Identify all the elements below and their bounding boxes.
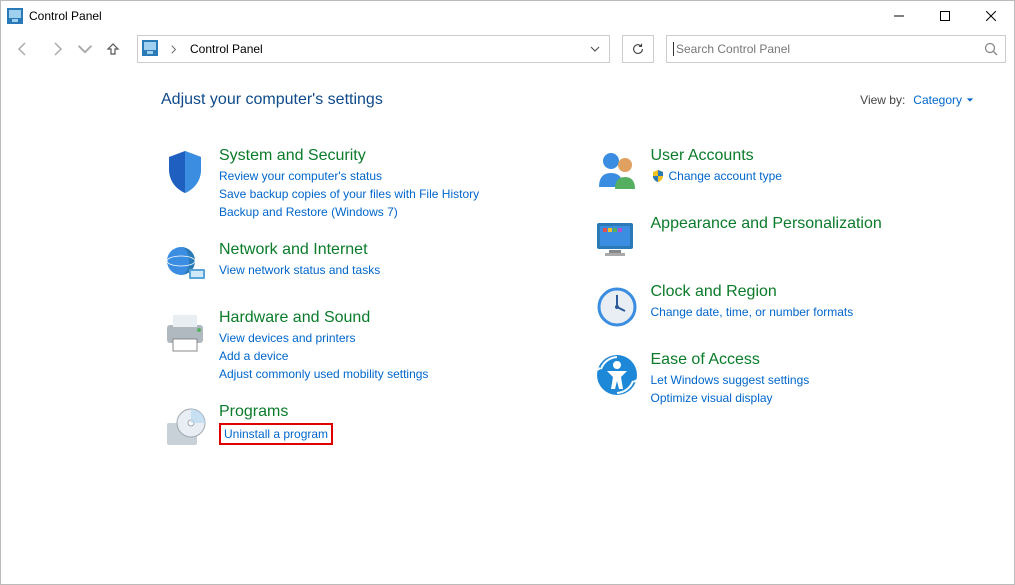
task-link[interactable]: Let Windows suggest settings: [651, 371, 995, 389]
view-by: View by: Category: [860, 93, 974, 107]
maximize-button[interactable]: [922, 1, 968, 31]
category-title[interactable]: User Accounts: [651, 147, 995, 165]
control-panel-icon: [7, 8, 23, 24]
close-button[interactable]: [968, 1, 1014, 31]
chevron-right-icon[interactable]: [164, 45, 184, 54]
search-icon: [983, 41, 999, 57]
category-title[interactable]: Appearance and Personalization: [651, 215, 995, 233]
address-bar[interactable]: Control Panel: [137, 35, 610, 63]
highlighted-link: Uninstall a program: [219, 423, 333, 445]
content-header: Adjust your computer's settings View by:…: [161, 91, 994, 109]
category-title[interactable]: Ease of Access: [651, 351, 995, 369]
left-column: System and Security Review your computer…: [161, 147, 563, 471]
page-title: Adjust your computer's settings: [161, 91, 383, 109]
task-link-uninstall-program[interactable]: Uninstall a program: [224, 427, 328, 441]
text-cursor-icon: [673, 42, 674, 56]
task-link[interactable]: Save backup copies of your files with Fi…: [219, 185, 563, 203]
view-by-label: View by:: [860, 93, 905, 107]
task-link[interactable]: Backup and Restore (Windows 7): [219, 203, 563, 221]
category-title[interactable]: Clock and Region: [651, 283, 995, 301]
category-programs: Programs Uninstall a program: [161, 403, 563, 451]
address-dropdown[interactable]: [585, 44, 605, 54]
up-button[interactable]: [99, 35, 127, 63]
appearance-icon: [593, 215, 641, 263]
printer-icon: [161, 309, 209, 357]
titlebar: Control Panel: [1, 1, 1014, 31]
navbar: Control Panel Search Control Panel: [1, 31, 1014, 67]
category-appearance-personalization: Appearance and Personalization: [593, 215, 995, 263]
task-link[interactable]: Change date, time, or number formats: [651, 303, 995, 321]
window-title: Control Panel: [29, 9, 102, 23]
uac-shield-icon: [651, 169, 665, 183]
category-clock-region: Clock and Region Change date, time, or n…: [593, 283, 995, 331]
category-title[interactable]: Network and Internet: [219, 241, 563, 259]
history-dropdown[interactable]: [77, 35, 93, 63]
shield-icon: [161, 147, 209, 195]
task-link[interactable]: Optimize visual display: [651, 389, 995, 407]
search-input[interactable]: Search Control Panel: [666, 35, 1006, 63]
category-hardware-sound: Hardware and Sound View devices and prin…: [161, 309, 563, 383]
clock-icon: [593, 283, 641, 331]
back-button[interactable]: [9, 35, 37, 63]
content-area: Adjust your computer's settings View by:…: [1, 67, 1014, 471]
task-link[interactable]: Add a device: [219, 347, 563, 365]
view-by-dropdown[interactable]: Category: [913, 93, 974, 107]
right-column: User Accounts Change account type Appear…: [593, 147, 995, 471]
category-title[interactable]: Programs: [219, 403, 563, 421]
task-link[interactable]: Review your computer's status: [219, 167, 563, 185]
task-link[interactable]: View devices and printers: [219, 329, 563, 347]
breadcrumb-segment[interactable]: Control Panel: [190, 42, 263, 56]
category-title[interactable]: System and Security: [219, 147, 563, 165]
category-system-security: System and Security Review your computer…: [161, 147, 563, 221]
ease-of-access-icon: [593, 351, 641, 399]
task-link[interactable]: View network status and tasks: [219, 261, 563, 279]
minimize-button[interactable]: [876, 1, 922, 31]
task-link[interactable]: Adjust commonly used mobility settings: [219, 365, 563, 383]
category-user-accounts: User Accounts Change account type: [593, 147, 995, 195]
programs-disc-icon: [161, 403, 209, 451]
category-ease-of-access: Ease of Access Let Windows suggest setti…: [593, 351, 995, 407]
forward-button[interactable]: [43, 35, 71, 63]
globe-network-icon: [161, 241, 209, 289]
control-panel-icon: [142, 40, 158, 59]
search-placeholder: Search Control Panel: [676, 42, 983, 56]
user-accounts-icon: [593, 147, 641, 195]
refresh-button[interactable]: [622, 35, 654, 63]
category-title[interactable]: Hardware and Sound: [219, 309, 563, 327]
category-network-internet: Network and Internet View network status…: [161, 241, 563, 289]
task-link[interactable]: Change account type: [651, 167, 995, 185]
